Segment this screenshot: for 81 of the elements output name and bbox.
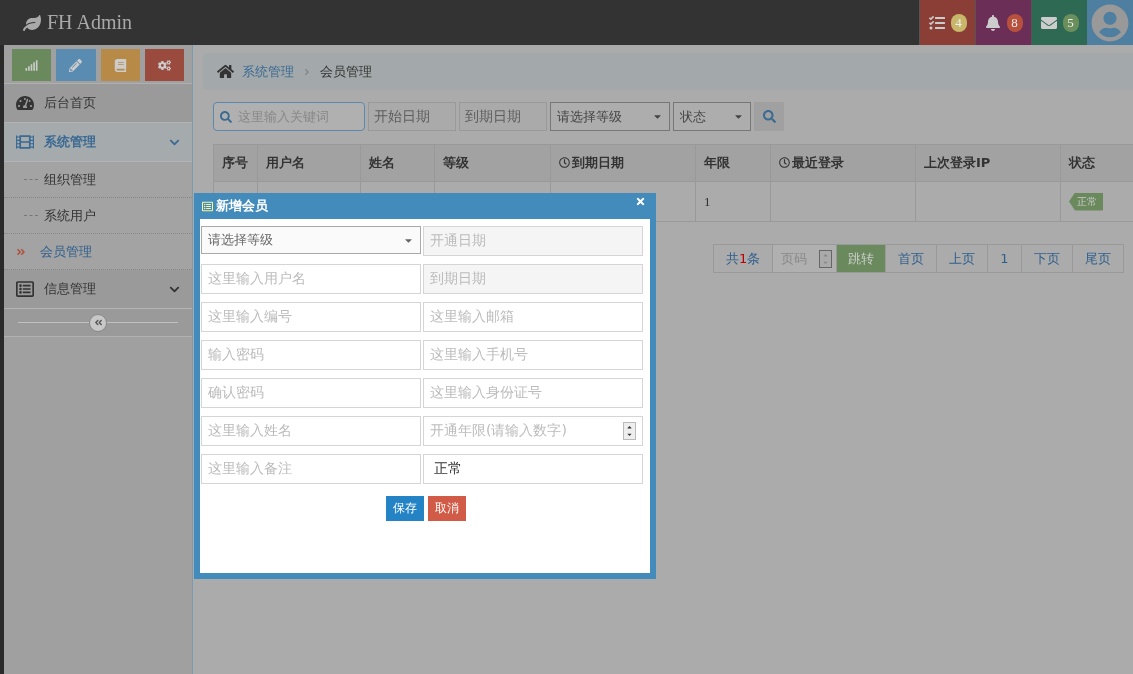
shortcut-button[interactable] <box>144 49 184 81</box>
save-button[interactable]: 保存 <box>385 496 424 521</box>
clock-icon <box>779 157 790 168</box>
list-icon <box>16 280 34 298</box>
mail-button[interactable]: 5 <box>1031 0 1087 45</box>
form-icon <box>202 200 213 212</box>
column-header: 用户名 <box>257 144 361 182</box>
signal-icon <box>25 58 39 72</box>
level-select[interactable]: 请选择等级 <box>201 226 421 254</box>
end-date-field[interactable]: 到期日期 <box>459 102 547 131</box>
search-icon <box>762 110 776 123</box>
count-badge: 8 <box>1006 13 1023 32</box>
film-icon <box>16 133 34 151</box>
search-button[interactable] <box>754 102 784 131</box>
shortcut-button[interactable] <box>100 49 140 81</box>
column-header: 等级 <box>434 144 551 182</box>
column-header: 状态 <box>1060 144 1133 182</box>
input-field[interactable]: 这里输入身份证号 <box>423 378 643 408</box>
column-header: 年限 <box>695 144 771 182</box>
breadcrumb-link[interactable]: 系统管理 <box>242 62 294 81</box>
input-field[interactable]: 这里输入手机号 <box>423 340 643 370</box>
count-badge: 4 <box>950 13 967 32</box>
collapse-button[interactable] <box>89 313 107 332</box>
input-field[interactable]: 输入密码 <box>201 340 421 370</box>
separator-icon <box>302 66 312 77</box>
number-field[interactable]: 开通年限(请输入数字) <box>423 416 643 446</box>
column-header: 序号 <box>213 144 258 182</box>
avatar-button[interactable] <box>1087 0 1133 45</box>
input-field[interactable]: 正常 <box>423 454 643 484</box>
close-icon <box>635 196 646 207</box>
input-field[interactable]: 这里输入姓名 <box>201 416 421 446</box>
tasks-button[interactable]: 4 <box>919 0 975 45</box>
pencil-icon <box>69 58 83 72</box>
go-button[interactable]: 跳转 <box>837 245 886 272</box>
column-header: 最近登录 <box>770 144 916 182</box>
spinner-icon <box>819 249 833 268</box>
level-select[interactable]: 请选择等级 <box>550 102 670 131</box>
active-arrow-icon <box>16 246 26 257</box>
home-icon <box>217 63 234 80</box>
count-badge: 5 <box>1062 13 1079 32</box>
input-field[interactable]: 确认密码 <box>201 378 421 408</box>
book-icon <box>113 58 127 72</box>
tasks-icon <box>928 14 945 31</box>
page-link[interactable]: 下页 <box>1020 245 1072 272</box>
table-cell: 1 <box>704 193 711 209</box>
page-link[interactable]: 上页 <box>936 245 988 272</box>
input-field[interactable]: 这里输入编号 <box>201 302 421 332</box>
spinner-icon <box>623 422 636 440</box>
cogs-icon <box>157 58 171 72</box>
brand-title: FH Admin <box>47 11 133 34</box>
dashboard-icon <box>16 94 34 112</box>
status-tag: 正常 <box>1069 192 1103 211</box>
clock-icon <box>559 157 570 168</box>
user-icon <box>1091 3 1129 42</box>
column-header: 上次登录IP <box>915 144 1061 182</box>
status-select[interactable]: 状态 <box>673 102 751 131</box>
page-link[interactable]: 首页 <box>885 245 937 272</box>
dialog-title: 新增会员 <box>216 197 269 215</box>
shortcut-button[interactable] <box>12 49 52 81</box>
nav-item[interactable]: 信息管理 <box>4 270 192 309</box>
start-date-field[interactable]: 开始日期 <box>368 102 456 131</box>
nav-item[interactable]: 后台首页 <box>4 84 192 123</box>
leaf-icon <box>23 13 41 32</box>
cancel-button[interactable]: 取消 <box>427 496 466 521</box>
bell-icon <box>984 14 1001 31</box>
input-field[interactable]: 这里输入邮箱 <box>423 302 643 332</box>
mail-icon <box>1040 14 1057 31</box>
date-field[interactable]: 到期日期 <box>423 264 643 294</box>
search-icon <box>220 110 232 123</box>
input-field[interactable]: 这里输入用户名 <box>201 264 421 294</box>
page-link[interactable]: 尾页 <box>1071 245 1123 272</box>
column-header: 到期日期 <box>550 144 696 182</box>
input-field[interactable]: 这里输入备注 <box>201 454 421 484</box>
close-button[interactable] <box>635 196 646 207</box>
bell-button[interactable]: 8 <box>975 0 1031 45</box>
column-header: 姓名 <box>360 144 435 182</box>
nav-item[interactable]: 系统管理 <box>4 123 192 162</box>
breadcrumb-current: 会员管理 <box>320 62 372 81</box>
double-left-icon <box>93 318 103 327</box>
page-link[interactable]: 1 <box>987 245 1021 272</box>
shortcut-button[interactable] <box>56 49 96 81</box>
